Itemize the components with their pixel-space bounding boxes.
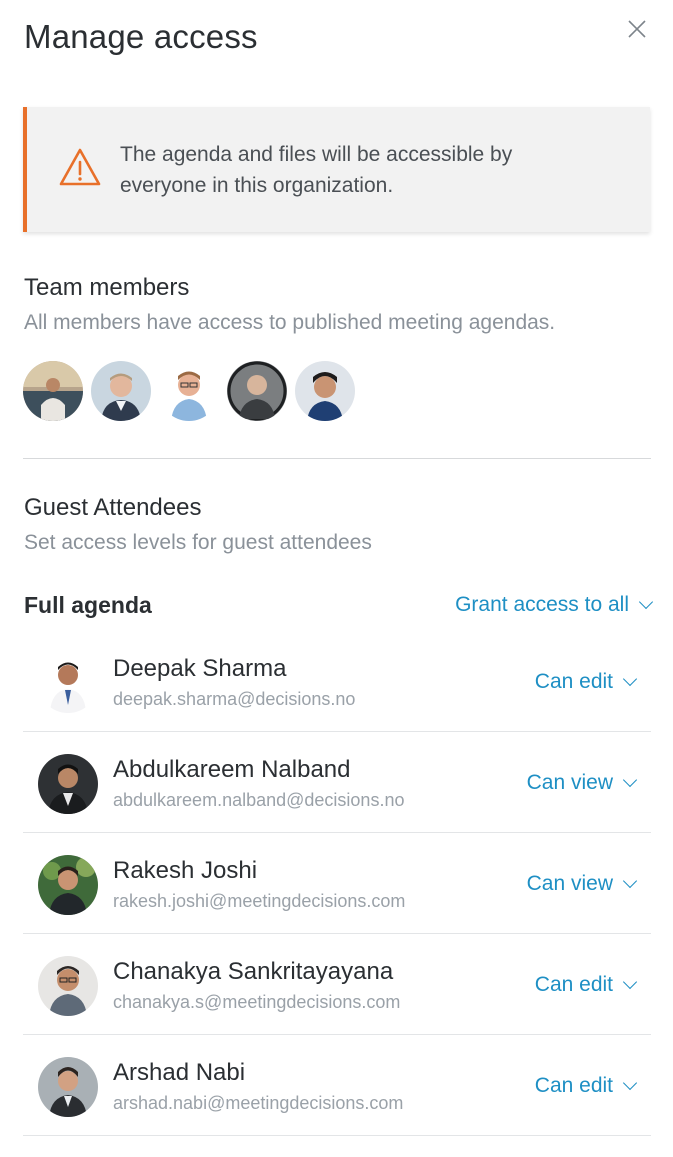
- list-item: Chanakya Sankritayayana chanakya.s@meeti…: [23, 934, 651, 1035]
- attendee-email: deepak.sharma@decisions.no: [113, 689, 356, 709]
- chevron-down-icon: [638, 594, 654, 610]
- access-warning-banner: The agenda and files will be accessible …: [23, 107, 650, 232]
- avatar: [38, 855, 98, 915]
- avatar: [38, 653, 98, 713]
- chevron-down-icon: [622, 1075, 638, 1091]
- list-item: Arshad Nabi arshad.nabi@meetingdecisions…: [23, 1035, 651, 1136]
- attendee-email: chanakya.s@meetingdecisions.com: [113, 992, 401, 1012]
- guest-attendees-heading: Guest Attendees: [24, 494, 202, 521]
- attendee-name: Chanakya Sankritayayana: [113, 958, 394, 985]
- permission-dropdown[interactable]: Can view: [526, 771, 638, 795]
- avatar: [38, 754, 98, 814]
- team-members-heading: Team members: [24, 274, 190, 301]
- permission-dropdown[interactable]: Can edit: [534, 973, 638, 997]
- attendee-name: Abdulkareem Nalband: [113, 756, 351, 783]
- avatar: [38, 956, 98, 1016]
- avatar[interactable]: [295, 361, 355, 421]
- section-divider: [23, 458, 651, 459]
- alert-message: The agenda and files will be accessible …: [120, 143, 513, 197]
- list-item: Deepak Sharma deepak.sharma@decisions.no…: [23, 631, 651, 732]
- attendee-email: arshad.nabi@meetingdecisions.com: [113, 1093, 404, 1113]
- chevron-down-icon: [622, 772, 638, 788]
- permission-dropdown[interactable]: Can edit: [534, 1074, 638, 1098]
- close-icon[interactable]: [624, 16, 650, 42]
- permission-label: Can view: [526, 771, 613, 794]
- warning-icon: [59, 148, 101, 186]
- grant-access-all-dropdown[interactable]: Grant access to all: [455, 593, 654, 617]
- attendee-email: abdulkareem.nalband@decisions.no: [113, 790, 405, 810]
- avatar[interactable]: [91, 361, 151, 421]
- chevron-down-icon: [622, 873, 638, 889]
- chevron-down-icon: [622, 974, 638, 990]
- permission-dropdown[interactable]: Can edit: [534, 670, 638, 694]
- list-item: Rakesh Joshi rakesh.joshi@meetingdecisio…: [23, 833, 651, 934]
- avatar[interactable]: [227, 361, 287, 421]
- permission-dropdown[interactable]: Can view: [526, 872, 638, 896]
- full-agenda-label: Full agenda: [24, 592, 152, 618]
- avatar: [38, 1057, 98, 1117]
- list-item: Abdulkareem Nalband abdulkareem.nalband@…: [23, 732, 651, 833]
- avatar[interactable]: [23, 361, 83, 421]
- grant-access-all-label: Grant access to all: [455, 593, 629, 616]
- page-title: Manage access: [24, 18, 258, 55]
- permission-label: Can edit: [534, 1074, 613, 1097]
- attendee-name: Rakesh Joshi: [113, 857, 258, 884]
- permission-label: Can edit: [534, 973, 613, 996]
- attendee-list: Deepak Sharma deepak.sharma@decisions.no…: [23, 631, 651, 1136]
- guest-attendees-subtext: Set access levels for guest attendees: [24, 531, 372, 554]
- team-avatar-group: [23, 361, 363, 421]
- permission-label: Can edit: [534, 670, 613, 693]
- attendee-name: Deepak Sharma: [113, 655, 287, 682]
- permission-label: Can view: [526, 872, 613, 895]
- attendee-email: rakesh.joshi@meetingdecisions.com: [113, 891, 406, 911]
- chevron-down-icon: [622, 671, 638, 687]
- team-members-subtext: All members have access to published mee…: [24, 311, 556, 334]
- attendee-name: Arshad Nabi: [113, 1059, 246, 1086]
- avatar[interactable]: [159, 361, 219, 421]
